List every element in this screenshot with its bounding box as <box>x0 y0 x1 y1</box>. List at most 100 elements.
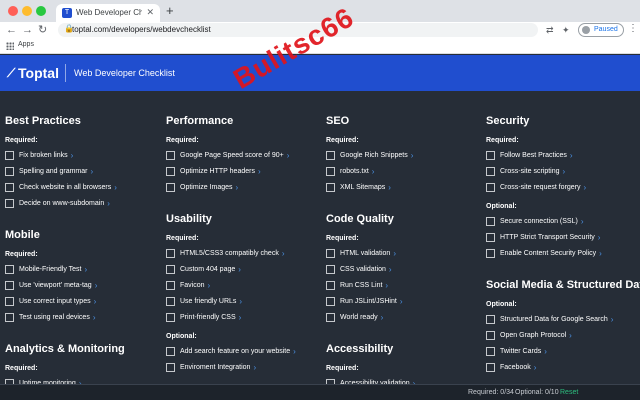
chevron-right-icon[interactable]: › <box>581 217 584 226</box>
checklist-item-label[interactable]: Use friendly URLs <box>180 298 236 305</box>
checkbox[interactable] <box>486 150 495 160</box>
checkbox[interactable] <box>5 150 14 160</box>
chevron-right-icon[interactable]: › <box>544 347 547 356</box>
checklist-item[interactable]: Favicon › <box>166 277 326 293</box>
checkbox[interactable] <box>166 150 175 160</box>
checklist-item[interactable]: Secure connection (SSL) › <box>486 213 640 229</box>
checkbox[interactable] <box>326 312 335 322</box>
checkbox[interactable] <box>166 182 175 192</box>
checklist-item[interactable]: Optimize HTTP headers › <box>166 163 326 179</box>
checklist-item-label[interactable]: Fix broken links <box>19 152 68 159</box>
checklist-item[interactable]: Add search feature on your website › <box>166 343 326 359</box>
checkbox[interactable] <box>486 248 495 258</box>
chevron-right-icon[interactable]: › <box>236 183 239 192</box>
chevron-right-icon[interactable]: › <box>372 167 375 176</box>
zoom-window-button[interactable] <box>36 6 46 16</box>
checkbox[interactable] <box>326 296 335 306</box>
checklist-item-label[interactable]: Follow Best Practices <box>500 152 567 159</box>
checklist-item-label[interactable]: Spelling and grammar <box>19 168 87 175</box>
checklist-item[interactable]: Google Page Speed score of 90+ › <box>166 147 326 163</box>
checklist-item-label[interactable]: World ready <box>340 314 378 321</box>
checklist-item-label[interactable]: Cross-site scripting <box>500 168 560 175</box>
checklist-item-label[interactable]: Favicon <box>180 282 205 289</box>
chevron-right-icon[interactable]: › <box>282 249 285 258</box>
chevron-right-icon[interactable]: › <box>389 265 392 274</box>
checkbox[interactable] <box>326 166 335 176</box>
checklist-item[interactable]: Facebook › <box>486 359 640 375</box>
chevron-right-icon[interactable]: › <box>563 167 566 176</box>
checkbox[interactable] <box>166 296 175 306</box>
checkbox[interactable] <box>5 166 14 176</box>
checklist-item[interactable]: Google Rich Snippets › <box>326 147 486 163</box>
chevron-right-icon[interactable]: › <box>411 151 414 160</box>
checklist-item[interactable]: robots.txt › <box>326 163 486 179</box>
chevron-right-icon[interactable]: › <box>93 313 96 322</box>
checkbox[interactable] <box>486 182 495 192</box>
checklist-item[interactable]: Decide on www-subdomain › <box>5 195 165 211</box>
checklist-item-label[interactable]: Cross-site request forgery <box>500 184 581 191</box>
checkbox[interactable] <box>486 216 495 226</box>
checklist-item-label[interactable]: HTML validation <box>340 250 390 257</box>
checkbox[interactable] <box>5 296 14 306</box>
browser-tab[interactable]: T Web Developer Checklist: Web ✕ <box>56 4 160 22</box>
checkbox[interactable] <box>326 264 335 274</box>
close-window-button[interactable] <box>8 6 18 16</box>
checkbox[interactable] <box>5 264 14 274</box>
forward-icon[interactable]: → <box>22 23 33 37</box>
toptal-logo-icon[interactable]: ⟋ <box>7 66 15 81</box>
checkbox[interactable] <box>326 182 335 192</box>
checklist-item[interactable]: HTML validation › <box>326 245 486 261</box>
checkbox[interactable] <box>5 182 14 192</box>
chevron-right-icon[interactable]: › <box>208 281 211 290</box>
checkbox[interactable] <box>166 248 175 258</box>
profile-button[interactable]: Paused <box>578 23 624 37</box>
checklist-item-label[interactable]: robots.txt <box>340 168 369 175</box>
checklist-item-label[interactable]: Google Page Speed score of 90+ <box>180 152 284 159</box>
chevron-right-icon[interactable]: › <box>584 183 587 192</box>
checklist-item-label[interactable]: Use 'viewport' meta-tag <box>19 282 92 289</box>
checkbox[interactable] <box>166 346 175 356</box>
back-icon[interactable]: ← <box>6 23 17 37</box>
chevron-right-icon[interactable]: › <box>95 281 98 290</box>
checklist-item[interactable]: Custom 404 page › <box>166 261 326 277</box>
chevron-right-icon[interactable]: › <box>569 331 572 340</box>
checklist-item-label[interactable]: Run CSS Lint <box>340 282 382 289</box>
chevron-right-icon[interactable]: › <box>107 199 110 208</box>
checklist-item-label[interactable]: Open Graph Protocol <box>500 332 566 339</box>
checklist-item-label[interactable]: Google Rich Snippets <box>340 152 408 159</box>
checklist-item-label[interactable]: Add search feature on your website <box>180 348 290 355</box>
checklist-item-label[interactable]: Use correct input types <box>19 298 91 305</box>
checklist-item[interactable]: World ready › <box>326 309 486 325</box>
checklist-item[interactable]: Accessibility validation › <box>326 375 486 384</box>
checklist-item-label[interactable]: Custom 404 page <box>180 266 235 273</box>
chevron-right-icon[interactable]: › <box>94 297 97 306</box>
checkbox[interactable] <box>486 166 495 176</box>
chevron-right-icon[interactable]: › <box>385 281 388 290</box>
checkbox[interactable] <box>486 232 495 242</box>
checklist-item-label[interactable]: Facebook <box>500 364 531 371</box>
checkbox[interactable] <box>486 362 495 372</box>
checklist-item-label[interactable]: Mobile-Friendly Test <box>19 266 82 273</box>
checklist-item-label[interactable]: Enable Content Security Policy <box>500 250 596 257</box>
url-text[interactable]: toptal.com/developers/webdevchecklist <box>72 25 211 34</box>
checkbox[interactable] <box>326 280 335 290</box>
chevron-right-icon[interactable]: › <box>400 297 403 306</box>
checkbox[interactable] <box>326 248 335 258</box>
logo-text[interactable]: Toptal <box>18 65 59 81</box>
checkbox[interactable] <box>5 312 14 322</box>
chevron-right-icon[interactable]: › <box>287 151 290 160</box>
checkbox[interactable] <box>166 166 175 176</box>
translate-icon[interactable]: ⇄ <box>546 24 554 36</box>
checklist-item[interactable]: CSS validation › <box>326 261 486 277</box>
chevron-right-icon[interactable]: › <box>611 315 614 324</box>
chevron-right-icon[interactable]: › <box>114 183 117 192</box>
checklist-item[interactable]: Enable Content Security Policy › <box>486 245 640 261</box>
checklist-item-label[interactable]: HTML5/CSS3 compatibly check <box>180 250 279 257</box>
checkbox[interactable] <box>5 280 14 290</box>
checklist-item-label[interactable]: Enviroment Integration <box>180 364 250 371</box>
checklist-item-label[interactable]: Check website in all browsers <box>19 184 111 191</box>
checkbox[interactable] <box>166 280 175 290</box>
checklist-item-label[interactable]: Optimize HTTP headers <box>180 168 255 175</box>
reset-button[interactable]: Reset <box>560 389 578 396</box>
chevron-right-icon[interactable]: › <box>381 313 384 322</box>
